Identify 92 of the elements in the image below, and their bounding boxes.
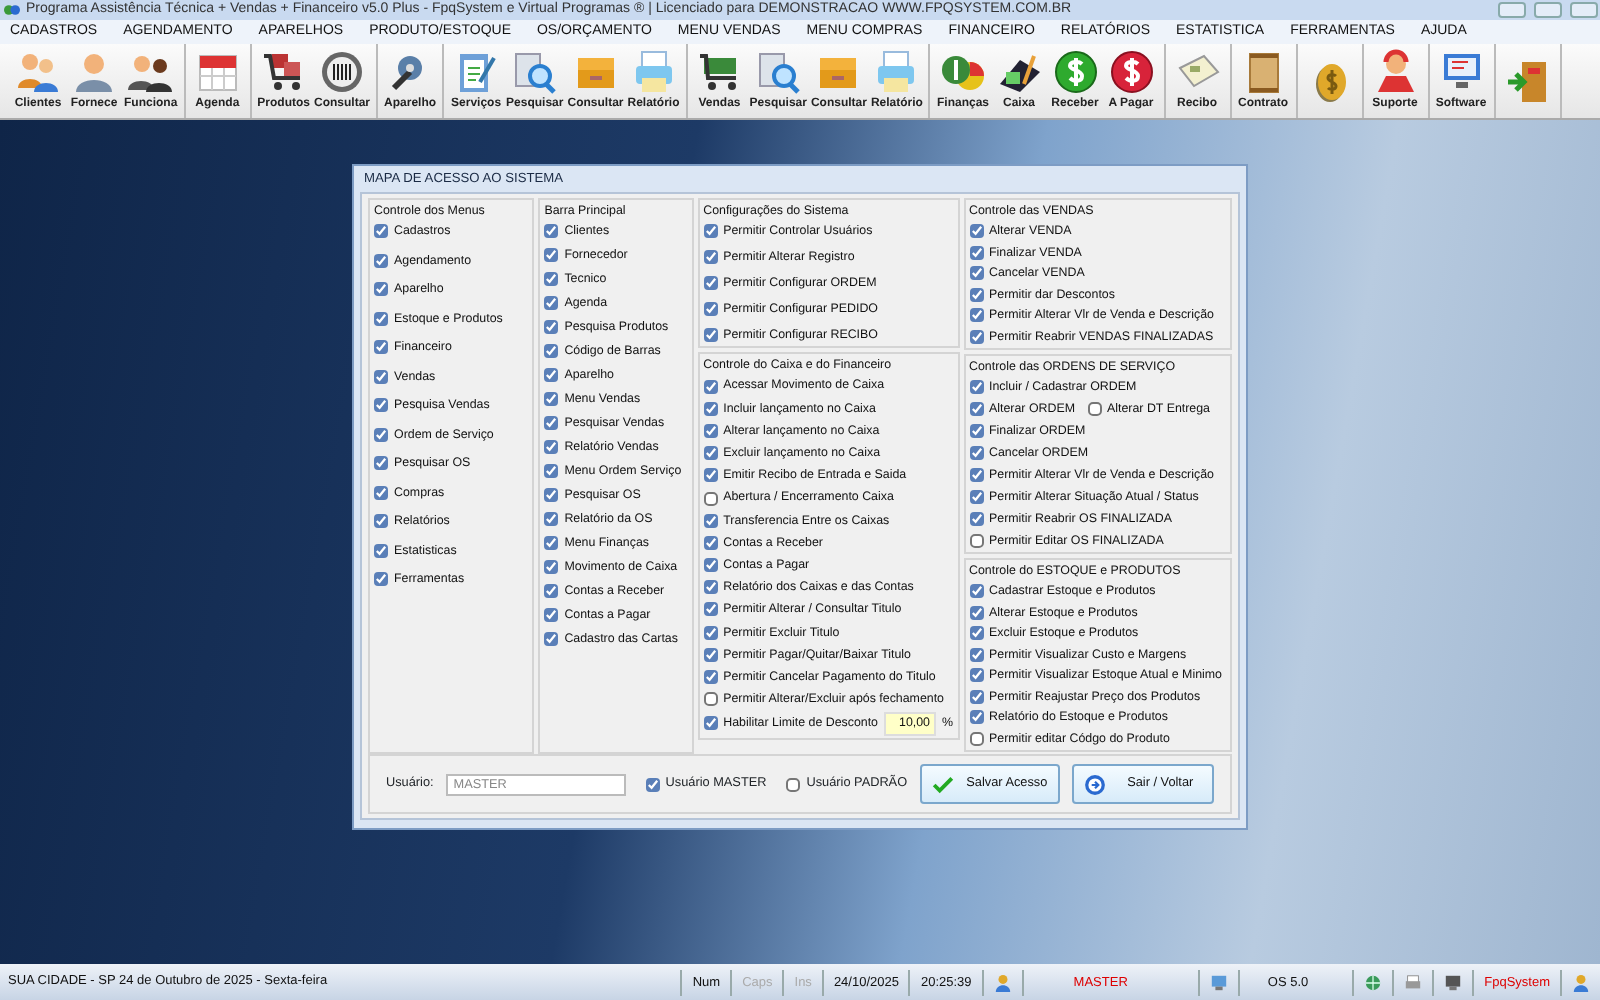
checkbox[interactable]: [703, 423, 718, 438]
checkbox[interactable]: [544, 344, 559, 359]
checkbox[interactable]: [703, 491, 718, 506]
checkbox[interactable]: [969, 380, 984, 395]
checkbox[interactable]: [374, 572, 388, 587]
checkbox[interactable]: [703, 328, 718, 342]
checkbox[interactable]: [703, 513, 718, 528]
checkbox[interactable]: [969, 710, 984, 725]
globe-icon: [1364, 973, 1383, 991]
minimize-button[interactable]: [1498, 2, 1526, 18]
checkbox[interactable]: [374, 253, 388, 268]
checkbox[interactable]: [703, 558, 718, 573]
checkbox[interactable]: [786, 777, 801, 792]
user-icon: [993, 973, 1012, 991]
app-icon: [4, 2, 20, 18]
checkbox[interactable]: [969, 668, 984, 683]
checkbox[interactable]: [544, 224, 559, 239]
checkbox[interactable]: [969, 605, 984, 620]
monitor-icon: [1444, 973, 1463, 991]
checkbox[interactable]: [374, 485, 388, 500]
checkbox[interactable]: [703, 625, 718, 640]
close-button[interactable]: [1570, 2, 1598, 18]
checkbox[interactable]: [703, 379, 718, 394]
checkbox[interactable]: [374, 282, 388, 297]
arrow-icon: [1084, 773, 1107, 796]
checkbox[interactable]: [703, 692, 718, 707]
checkbox[interactable]: [703, 224, 718, 239]
checkbox[interactable]: [544, 368, 559, 383]
checkbox[interactable]: [374, 311, 388, 326]
checkbox[interactable]: [969, 489, 984, 504]
checkbox[interactable]: [544, 440, 559, 455]
checkbox[interactable]: [969, 647, 984, 662]
dollar-icon: [1049, 48, 1101, 96]
checkbox[interactable]: [969, 329, 984, 344]
checkbox[interactable]: [544, 536, 559, 551]
checkbox[interactable]: [969, 511, 984, 526]
checkbox[interactable]: [703, 401, 718, 416]
checkbox[interactable]: [374, 224, 388, 239]
checkbox[interactable]: [544, 464, 559, 479]
checkbox[interactable]: [969, 308, 984, 323]
checkbox[interactable]: [544, 296, 559, 311]
dollar-icon: [1105, 48, 1157, 96]
user-icon: [1572, 973, 1590, 991]
checkbox[interactable]: [374, 456, 388, 471]
checkbox[interactable]: [544, 272, 559, 287]
checkbox[interactable]: [969, 424, 984, 439]
checkbox[interactable]: [544, 416, 559, 431]
checkbox[interactable]: [374, 514, 388, 529]
checkbox[interactable]: [544, 320, 559, 335]
checkbox[interactable]: [544, 632, 559, 647]
checkbox[interactable]: [703, 602, 718, 617]
checkbox[interactable]: [969, 731, 984, 746]
checkbox[interactable]: [703, 302, 718, 317]
checkbox[interactable]: [374, 369, 388, 384]
checkbox[interactable]: [544, 488, 559, 503]
checkbox[interactable]: [969, 446, 984, 461]
people-icon: [12, 48, 64, 96]
checkbox[interactable]: [703, 250, 718, 265]
checkbox[interactable]: [544, 512, 559, 527]
checkbox[interactable]: [703, 446, 718, 461]
checkbox[interactable]: [1087, 402, 1102, 417]
printer-icon: [1404, 973, 1423, 991]
checkbox[interactable]: [703, 468, 718, 483]
checkbox[interactable]: [703, 276, 718, 291]
checkbox[interactable]: [544, 584, 559, 599]
checkbox[interactable]: [969, 626, 984, 641]
checkbox[interactable]: [703, 535, 718, 550]
checkbox[interactable]: [969, 468, 984, 483]
check-icon: [931, 773, 954, 796]
checkbox[interactable]: [544, 560, 559, 575]
checkbox[interactable]: [703, 647, 718, 662]
checkbox[interactable]: [374, 398, 388, 413]
checkbox[interactable]: [969, 224, 984, 239]
checkbox[interactable]: [645, 777, 660, 792]
maximize-button[interactable]: [1534, 2, 1562, 18]
checkbox[interactable]: [703, 716, 718, 731]
checkbox[interactable]: [374, 543, 388, 558]
checkbox[interactable]: [544, 392, 559, 407]
checkbox[interactable]: [703, 670, 718, 685]
checkbox[interactable]: [544, 608, 559, 623]
checkbox[interactable]: [374, 340, 388, 355]
checkbox[interactable]: [703, 580, 718, 595]
checkbox[interactable]: [969, 287, 984, 302]
computer-icon: [1209, 973, 1228, 991]
checkbox[interactable]: [969, 533, 984, 548]
checkbox[interactable]: [544, 248, 559, 263]
checkbox[interactable]: [969, 402, 984, 417]
checkbox[interactable]: [969, 689, 984, 704]
checkbox[interactable]: [969, 245, 984, 260]
checkbox[interactable]: [969, 584, 984, 599]
checkbox[interactable]: [969, 266, 984, 281]
checkbox[interactable]: [374, 427, 388, 442]
